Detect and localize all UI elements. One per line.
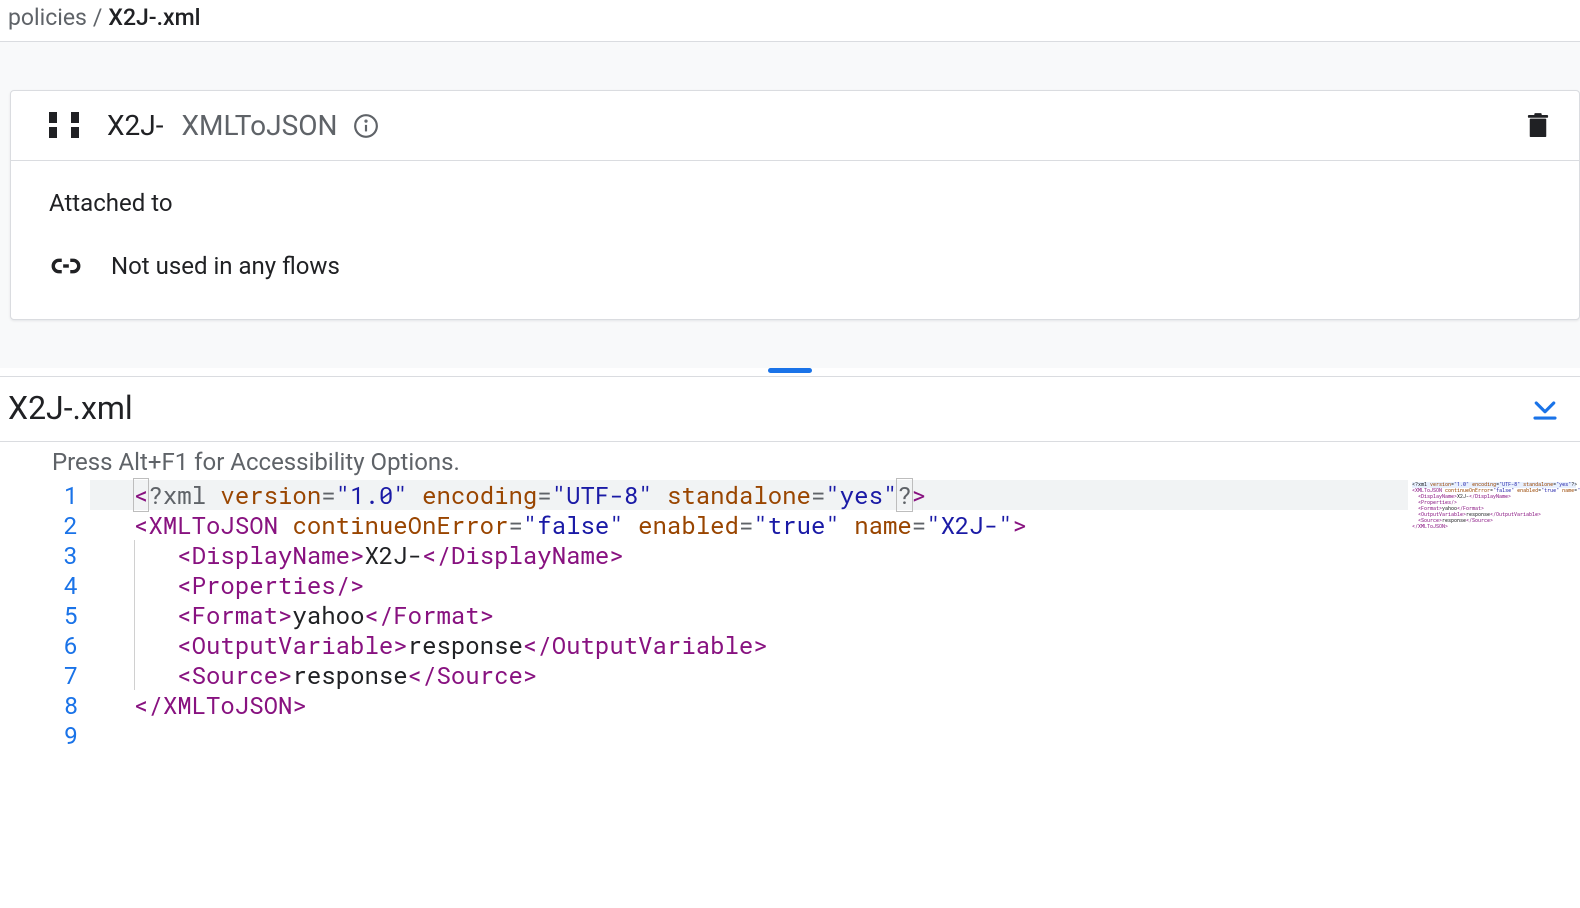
resize-handle-bar — [0, 368, 1580, 376]
minimap[interactable]: <?xml version="1.0" encoding="UTF-8" sta… — [1408, 480, 1580, 532]
line-number: 5 — [0, 600, 90, 630]
attached-status-row: Not used in any flows — [49, 249, 1541, 283]
code-line[interactable]: 3 <DisplayName>X2J-</DisplayName> — [0, 540, 1580, 570]
policy-card: X2J- XMLToJSON Attached to — [10, 90, 1580, 320]
breadcrumb-parent[interactable]: policies — [8, 4, 87, 31]
attached-to-label: Attached to — [49, 189, 1541, 217]
line-number: 4 — [0, 570, 90, 600]
delete-icon[interactable] — [1527, 113, 1549, 139]
line-number: 2 — [0, 510, 90, 540]
code-line[interactable]: 2 <XMLToJSON continueOnError="false" ena… — [0, 510, 1580, 540]
policy-body: Attached to Not used in any flows — [11, 161, 1579, 319]
line-number: 8 — [0, 690, 90, 720]
info-icon[interactable] — [353, 113, 379, 139]
code-line[interactable]: 5 <Format>yahoo</Format> — [0, 600, 1580, 630]
code-editor[interactable]: 1 <?xml version="1.0" encoding="UTF-8" s… — [0, 480, 1580, 750]
policy-summary-area: X2J- XMLToJSON Attached to — [0, 41, 1580, 368]
attached-status-text: Not used in any flows — [111, 252, 340, 280]
link-icon — [49, 249, 83, 283]
editor-filename: X2J-.xml — [8, 389, 1530, 427]
editor-title-row: X2J-.xml — [0, 377, 1580, 441]
code-line[interactable]: 1 <?xml version="1.0" encoding="UTF-8" s… — [0, 480, 1580, 510]
accessibility-hint: Press Alt+F1 for Accessibility Options. — [0, 441, 1580, 480]
line-number: 1 — [0, 480, 90, 510]
code-line[interactable]: 7 <Source>response</Source> — [0, 660, 1580, 690]
code-line[interactable]: 8 </XMLToJSON> — [0, 690, 1580, 720]
policy-name: X2J- — [107, 109, 163, 142]
line-number: 7 — [0, 660, 90, 690]
breadcrumb: policies / X2J-.xml — [0, 0, 1580, 41]
policy-header: X2J- XMLToJSON — [11, 91, 1579, 161]
editor-section: X2J-.xml Press Alt+F1 for Accessibility … — [0, 376, 1580, 750]
collapse-icon[interactable] — [1530, 393, 1560, 423]
line-number: 9 — [0, 720, 90, 750]
policy-type-icon — [49, 112, 77, 140]
policy-type-label: XMLToJSON — [181, 109, 337, 142]
resize-handle[interactable] — [768, 368, 812, 373]
breadcrumb-separator: / — [93, 4, 103, 31]
line-number: 6 — [0, 630, 90, 660]
code-line[interactable]: 9 — [0, 720, 1580, 750]
code-line[interactable]: 6 <OutputVariable>response</OutputVariab… — [0, 630, 1580, 660]
line-number: 3 — [0, 540, 90, 570]
breadcrumb-current: X2J-.xml — [108, 4, 200, 31]
code-line[interactable]: 4 <Properties/> — [0, 570, 1580, 600]
